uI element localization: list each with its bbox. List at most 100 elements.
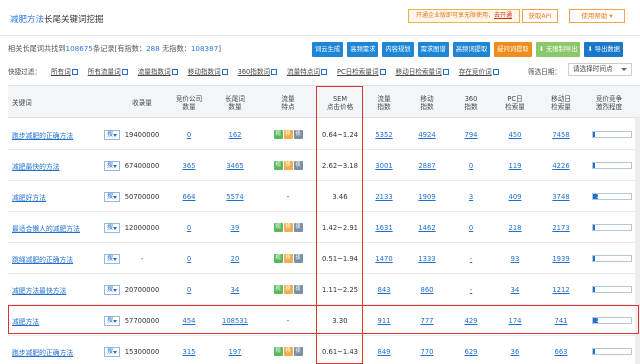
- bid-count-link[interactable]: 0: [187, 286, 191, 294]
- longtail-link[interactable]: 3465: [226, 162, 243, 170]
- index-360-link[interactable]: 0: [469, 224, 473, 232]
- search-engine-dropdown[interactable]: 搜: [104, 254, 120, 264]
- index-360-link[interactable]: 794: [465, 131, 478, 139]
- col-mobile-daily[interactable]: 移动日 检索量: [540, 86, 582, 119]
- keyword-link[interactable]: 跳绳减肥的正确方法: [12, 254, 73, 264]
- bid-count-link[interactable]: 454: [183, 317, 196, 325]
- col-records[interactable]: 收录量: [120, 86, 164, 119]
- bid-count-link[interactable]: 664: [183, 193, 196, 201]
- mobile-daily-link[interactable]: 4226: [552, 162, 569, 170]
- col-traffic-index[interactable]: 流量 指数: [366, 86, 402, 119]
- mobile-index-link[interactable]: 4924: [418, 131, 435, 139]
- col-mobile-index[interactable]: 移动 指数: [408, 86, 446, 119]
- index-360-link[interactable]: 3: [469, 193, 473, 201]
- search-engine-dropdown[interactable]: 搜: [104, 223, 120, 233]
- filter-mobile-daily[interactable]: 移动日检索量词: [396, 66, 449, 76]
- mobile-daily-link[interactable]: 7458: [552, 131, 569, 139]
- index-360-link[interactable]: 429: [465, 317, 478, 325]
- help-button[interactable]: 使用帮助 ▾: [569, 9, 625, 23]
- index-360-link[interactable]: 0: [469, 162, 473, 170]
- keyword-link[interactable]: 跑步减肥的正确方法: [12, 130, 73, 140]
- mobile-daily-link[interactable]: 1939: [552, 255, 569, 263]
- keyword-link[interactable]: 减肥好方法: [12, 192, 46, 202]
- bid-count-link[interactable]: 0: [187, 224, 191, 232]
- longtail-link[interactable]: 162: [229, 131, 242, 139]
- pc-daily-link[interactable]: 450: [509, 131, 522, 139]
- filter-has-bid[interactable]: 存在竞价词: [459, 66, 499, 76]
- pc-daily-link[interactable]: 34: [511, 286, 520, 294]
- traffic-index-link[interactable]: 2133: [375, 193, 392, 201]
- filter-mobile-index[interactable]: 移动指数词: [188, 66, 228, 76]
- filter-traffic-index[interactable]: 流量指数词: [138, 66, 178, 76]
- col-longtail[interactable]: 长尾词 数量: [215, 86, 255, 119]
- traffic-index-link[interactable]: 849: [378, 348, 391, 356]
- mobile-daily-link[interactable]: 1212: [552, 286, 569, 294]
- filter-pc-daily[interactable]: PC日检索量词: [337, 66, 386, 76]
- pc-daily-link[interactable]: 36: [511, 348, 520, 356]
- index-360-link[interactable]: -: [470, 255, 472, 263]
- mobile-index-link[interactable]: 2887: [418, 162, 435, 170]
- mobile-index-link[interactable]: 1333: [418, 255, 435, 263]
- wordcloud-button[interactable]: 词云生成: [312, 42, 344, 57]
- keyword-link[interactable]: 减肥最快的方法: [12, 161, 60, 171]
- col-360-index[interactable]: 360 指数: [452, 86, 490, 119]
- keyword-link[interactable]: 最适合懒人的减肥方法: [12, 223, 80, 233]
- mobile-index-link[interactable]: 1462: [418, 224, 435, 232]
- search-engine-dropdown[interactable]: 搜: [104, 347, 120, 357]
- bid-count-link[interactable]: 0: [187, 255, 191, 263]
- get-api-button[interactable]: 获取API: [522, 9, 558, 23]
- longtail-link[interactable]: 39: [231, 224, 240, 232]
- longtail-link[interactable]: 5574: [226, 193, 243, 201]
- demand-graph-button[interactable]: 需求图谱: [417, 42, 449, 57]
- pc-daily-link[interactable]: 93: [511, 255, 520, 263]
- index-360-link[interactable]: 629: [465, 348, 478, 356]
- longtail-link[interactable]: 108531: [222, 317, 248, 325]
- mobile-daily-link[interactable]: 2173: [552, 224, 569, 232]
- col-keyword[interactable]: 关键词: [12, 86, 102, 119]
- traffic-index-link[interactable]: 843: [378, 286, 391, 294]
- mobile-daily-link[interactable]: 741: [555, 317, 568, 325]
- bid-count-link[interactable]: 315: [183, 348, 196, 356]
- longtail-link[interactable]: 20: [231, 255, 240, 263]
- mobile-daily-link[interactable]: 3748: [552, 193, 569, 201]
- traffic-index-link[interactable]: 1470: [375, 255, 392, 263]
- search-engine-dropdown[interactable]: 搜: [104, 130, 120, 140]
- export-data-button[interactable]: ⬇ 导出数据: [584, 42, 623, 57]
- mobile-index-link[interactable]: 770: [421, 348, 434, 356]
- keyword-link[interactable]: 跑步减肥的正确方法: [12, 347, 73, 357]
- table-scrollbar[interactable]: [635, 118, 640, 364]
- bid-count-link[interactable]: 365: [183, 162, 196, 170]
- search-engine-dropdown[interactable]: 搜: [104, 285, 120, 295]
- promo-link[interactable]: 去开通: [494, 12, 512, 19]
- col-sem[interactable]: SEM 点击价格: [318, 86, 362, 119]
- date-select[interactable]: 请选择时间点: [568, 63, 632, 76]
- filter-360-index[interactable]: 360指数词: [238, 66, 278, 76]
- unlimited-export-button[interactable]: ⬇ 无限制导出: [535, 42, 581, 57]
- longtail-link[interactable]: 34: [231, 286, 240, 294]
- mobile-daily-link[interactable]: 663: [555, 348, 568, 356]
- col-competition[interactable]: 竞价竞争 激烈程度: [586, 86, 632, 119]
- keyword-link[interactable]: 减肥方法最快方法: [12, 285, 66, 295]
- search-engine-dropdown[interactable]: 搜: [104, 192, 120, 202]
- traffic-index-link[interactable]: 911: [378, 317, 391, 325]
- traffic-index-link[interactable]: 3001: [375, 162, 392, 170]
- extract-frequent-button[interactable]: 高频词提取: [452, 42, 491, 57]
- traffic-index-link[interactable]: 5352: [375, 131, 392, 139]
- index-360-link[interactable]: -: [470, 286, 472, 294]
- col-pc-daily[interactable]: PC日 检索量: [495, 86, 535, 119]
- keyword-link[interactable]: 减肥方法: [12, 316, 39, 326]
- filter-traffic-feature[interactable]: 流量特点词: [287, 66, 327, 76]
- longtail-link[interactable]: 197: [229, 348, 242, 356]
- pc-daily-link[interactable]: 409: [509, 193, 522, 201]
- pc-daily-link[interactable]: 218: [509, 224, 522, 232]
- content-plan-button[interactable]: 内容规划: [382, 42, 414, 57]
- col-bid-count[interactable]: 竞价公司 数量: [168, 86, 210, 119]
- filter-all[interactable]: 所有词: [51, 66, 78, 76]
- filter-all-traffic[interactable]: 所有流量词: [88, 66, 128, 76]
- search-engine-dropdown[interactable]: 搜: [104, 316, 120, 326]
- search-engine-dropdown[interactable]: 搜: [104, 161, 120, 171]
- traffic-index-link[interactable]: 1631: [375, 224, 392, 232]
- pc-daily-link[interactable]: 174: [509, 317, 522, 325]
- pc-daily-link[interactable]: 119: [509, 162, 522, 170]
- mobile-index-link[interactable]: 1909: [418, 193, 435, 201]
